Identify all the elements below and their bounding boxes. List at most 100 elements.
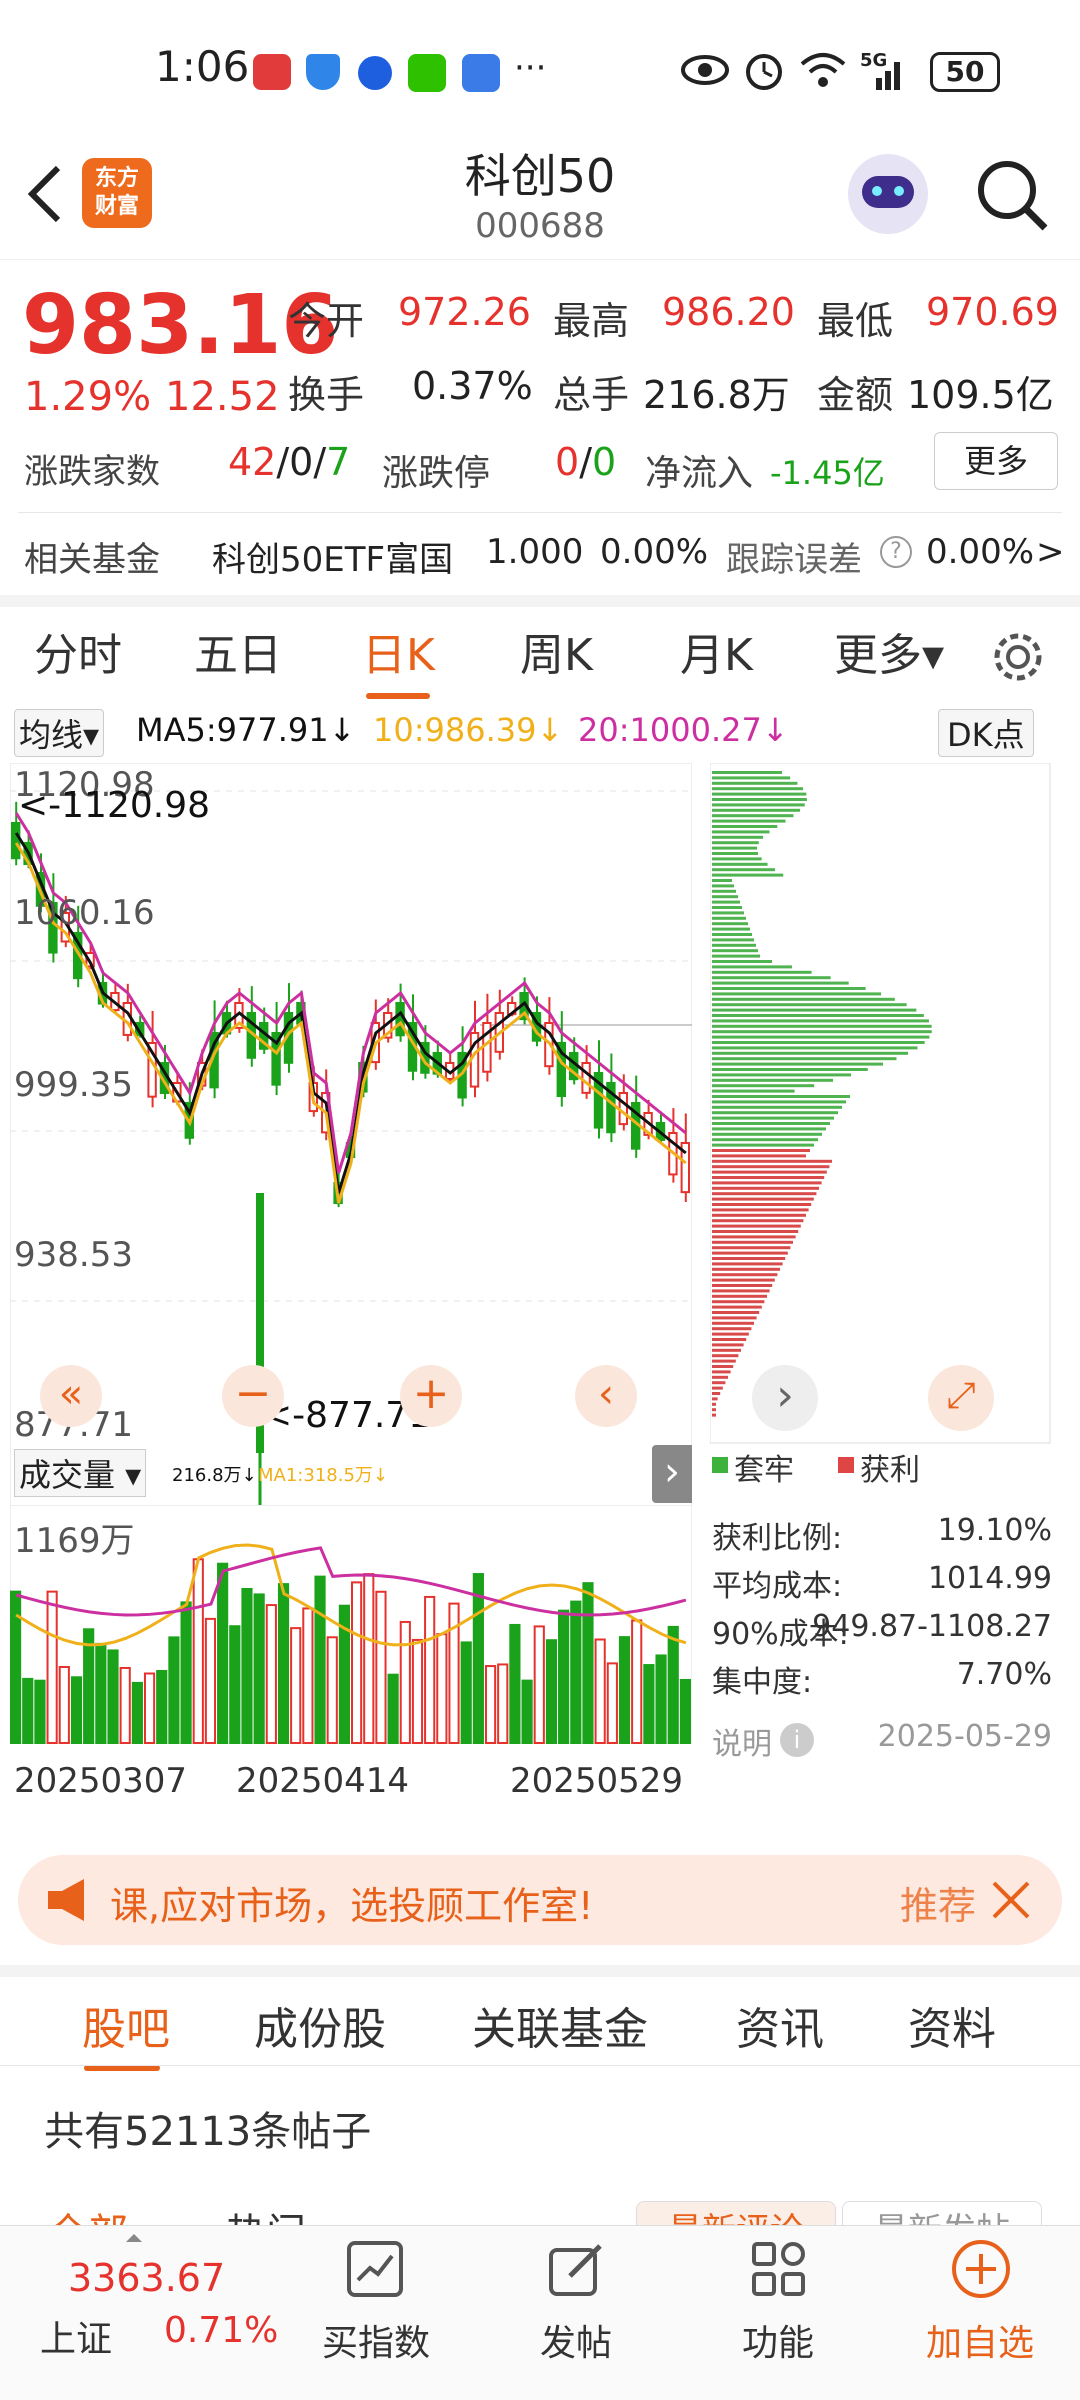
scroll-left-fast-icon[interactable]: «: [40, 1365, 102, 1427]
huawei-app-icon: [253, 54, 291, 90]
y-label-3: 999.35: [14, 1065, 133, 1105]
breadth-label: 涨跌家数: [24, 452, 160, 492]
more-notifications-icon: ···: [514, 48, 547, 88]
volume-bar: [436, 1633, 448, 1745]
page-header: 东方 财富 科创50 000688: [0, 140, 1080, 260]
close-icon[interactable]: [990, 1879, 1032, 1921]
chip-bar: [712, 846, 758, 850]
volume-bar: [156, 1670, 168, 1745]
tab-more[interactable]: 更多▾: [834, 607, 944, 705]
candle-body: [618, 1092, 628, 1126]
volume-bar: [168, 1636, 180, 1744]
search-icon[interactable]: [975, 158, 1049, 232]
chip-bar: [712, 960, 772, 963]
tab-five-day[interactable]: 五日: [194, 607, 282, 705]
chart-icon[interactable]: [346, 2240, 404, 2298]
volume-bar: [229, 1625, 241, 1744]
chip-bar: [712, 1073, 852, 1077]
chip-bar: [712, 1267, 780, 1271]
buy-index-label[interactable]: 买指数: [322, 2314, 430, 2366]
ma-selector[interactable]: 均线▾: [14, 709, 105, 757]
chip-bar: [712, 1008, 917, 1012]
chip-bar: [712, 954, 760, 958]
candle-body: [581, 1062, 591, 1094]
volume-bar: [192, 1558, 204, 1745]
add-watchlist-label[interactable]: 加自选: [926, 2314, 1034, 2366]
chip-bar: [712, 1186, 819, 1190]
grid-functions-icon[interactable]: [750, 2240, 808, 2298]
chip-bar: [712, 1289, 770, 1293]
chip-bar: [712, 1338, 747, 1341]
indicator-bar: 均线▾ MA5:977.91↓ 10:986.39↓ 20:1000.27↓ D…: [0, 705, 1080, 757]
note-label[interactable]: 说明: [712, 1719, 772, 1763]
chip-bar: [712, 1014, 924, 1017]
date-label-1: 20250307: [14, 1761, 188, 1801]
post-label[interactable]: 发帖: [540, 2314, 612, 2366]
chip-bar: [712, 1262, 783, 1266]
change-value: 12.52: [165, 374, 280, 420]
panel-toggle-icon[interactable]: ›: [652, 1445, 692, 1503]
chip-bar: [712, 1181, 822, 1185]
tab-monthly-k[interactable]: 月K: [680, 607, 753, 705]
chip-bar: [712, 1149, 810, 1152]
chip-bar: [712, 927, 750, 931]
chip-bar: [712, 1084, 815, 1088]
chip-bar: [712, 1127, 826, 1131]
chip-bar: [712, 776, 791, 780]
amount-label: 金额: [817, 373, 894, 417]
open-label: 今开: [288, 299, 365, 343]
index-change[interactable]: 0.71%: [164, 2310, 278, 2351]
chip-bar: [712, 1397, 718, 1401]
banner-action[interactable]: 推荐: [900, 1875, 976, 1930]
chip-bar: [712, 1132, 822, 1136]
scroll-left-icon[interactable]: ‹: [575, 1365, 637, 1427]
chip-bar: [712, 1019, 929, 1023]
edit-post-icon[interactable]: [548, 2240, 606, 2298]
add-watchlist-icon[interactable]: [950, 2238, 1012, 2300]
chip-bar: [712, 792, 807, 796]
date-label-3: 20250529: [510, 1761, 684, 1801]
volume-indicator-selector[interactable]: 成交量 ▾: [14, 1449, 147, 1497]
functions-label[interactable]: 功能: [742, 2314, 814, 2366]
robot-assistant-icon[interactable]: [848, 154, 928, 234]
tab-intraday[interactable]: 分时: [34, 607, 122, 705]
chip-bar: [712, 906, 742, 909]
status-bar: 1:06 ··· 5G 50: [0, 0, 1080, 140]
more-button[interactable]: 更多: [934, 432, 1058, 490]
volume-bar: [679, 1678, 691, 1744]
index-name[interactable]: 上证: [40, 2310, 112, 2362]
volume-bar: [606, 1662, 618, 1744]
chip-bar: [712, 976, 831, 980]
related-fund-name[interactable]: 科创50ETF富国: [212, 532, 453, 581]
browser-app-icon: [358, 56, 392, 90]
chip-bar: [712, 965, 792, 969]
promo-banner[interactable]: 课,应对市场，选投顾工作室! 推荐: [18, 1855, 1062, 1945]
megaphone-icon: [48, 1879, 84, 1921]
amount-value: 109.5亿: [907, 373, 1054, 417]
chip-bar: [712, 1116, 834, 1120]
chevron-right-icon[interactable]: >: [1036, 532, 1065, 572]
help-icon[interactable]: ?: [880, 536, 912, 568]
settings-gear-icon[interactable]: [990, 629, 1046, 685]
chip-bar: [712, 933, 752, 936]
chip-bar: [712, 1003, 907, 1007]
chip-next-icon[interactable]: ›: [752, 1365, 818, 1431]
dk-point-button[interactable]: DK点: [938, 709, 1034, 757]
tab-weekly-k[interactable]: 周K: [520, 607, 593, 705]
chip-bar: [712, 1375, 728, 1379]
info-icon[interactable]: i: [780, 1723, 814, 1757]
change-percent: 1.29%: [24, 374, 152, 420]
chip-bar: [712, 1213, 806, 1217]
volume-bar: [399, 1620, 411, 1744]
volume-bar: [618, 1636, 631, 1744]
volume-bar: [326, 1636, 338, 1744]
zoom-out-icon[interactable]: −: [222, 1365, 284, 1427]
chip-bar: [712, 997, 895, 1001]
concentration-label: 集中度:: [712, 1665, 813, 1700]
concentration-value: 7.70%: [956, 1657, 1052, 1692]
expand-icon[interactable]: ⤢: [928, 1365, 994, 1431]
zoom-in-icon[interactable]: +: [400, 1365, 462, 1427]
index-value[interactable]: 3363.67: [68, 2256, 225, 2300]
chip-bar: [712, 819, 786, 823]
tab-daily-k[interactable]: 日K: [362, 607, 435, 705]
